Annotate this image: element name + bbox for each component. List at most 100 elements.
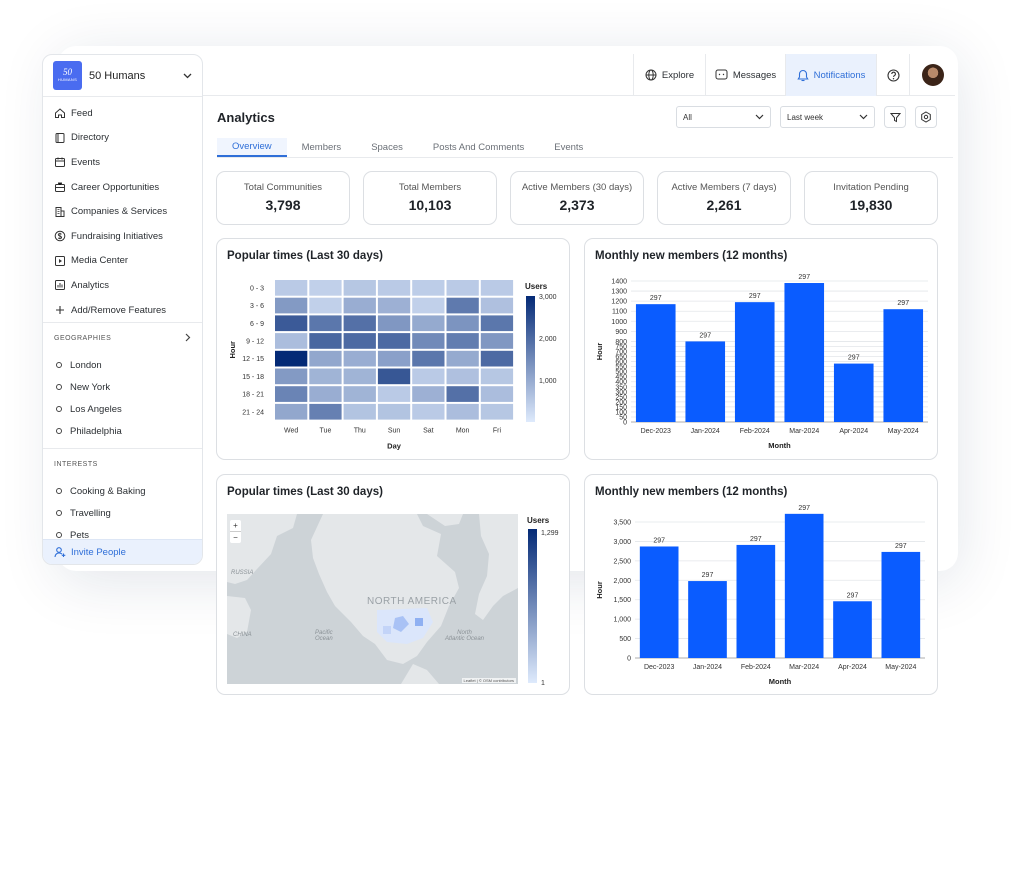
zoom-out-button[interactable]: − xyxy=(230,532,241,543)
geographies-header[interactable]: GEOGRAPHIES xyxy=(43,322,202,354)
help-button[interactable] xyxy=(876,54,909,96)
heatmap-cell xyxy=(480,368,514,385)
geography-item-label: Los Angeles xyxy=(70,403,122,415)
map-panel: Popular times (Last 30 days) + − NORTH A… xyxy=(216,474,570,695)
bar-y-tick: 1,500 xyxy=(613,597,631,604)
interest-item-travelling[interactable]: Travelling xyxy=(43,502,202,524)
bar-x-tick: Jan-2024 xyxy=(693,664,722,671)
map-colorbar xyxy=(528,529,537,683)
bar-x-tick: Jan-2024 xyxy=(691,428,720,435)
circle-icon xyxy=(56,406,62,413)
map-attribution[interactable]: Leaflet | © OSM contributors xyxy=(461,678,516,683)
sidebar-item-analytics[interactable]: Analytics xyxy=(43,273,202,298)
heatmap-cell xyxy=(275,315,308,332)
sidebar-item-label: Media Center xyxy=(71,255,129,267)
community-switcher[interactable]: 50 HUMANS 50 Humans xyxy=(43,55,202,97)
sidebar-item-media-center[interactable]: Media Center xyxy=(43,249,202,274)
bar xyxy=(639,546,679,658)
globe-icon xyxy=(645,69,657,81)
notifications-button[interactable]: Notifications xyxy=(785,54,876,96)
tab-events[interactable]: Events xyxy=(539,138,598,157)
tab-overview[interactable]: Overview xyxy=(217,138,287,157)
map-colorbar-tick-max: 1,299 xyxy=(541,530,559,537)
bar-x-tick: Feb-2024 xyxy=(741,664,771,671)
interest-item-label: Cooking & Baking xyxy=(70,485,146,497)
tab-members[interactable]: Members xyxy=(287,138,357,157)
geography-item-philadelphia[interactable]: Philadelphia xyxy=(43,420,202,442)
geography-item-los-angeles[interactable]: Los Angeles xyxy=(43,398,202,420)
sidebar-item-companies-services[interactable]: Companies & Services xyxy=(43,199,202,224)
circle-icon xyxy=(56,510,62,517)
sidebar-item-feed[interactable]: Feed xyxy=(43,101,202,126)
scope-select[interactable]: All xyxy=(676,106,771,128)
world-map[interactable]: + − NORTH AMERICA Pacific Ocean North At… xyxy=(227,514,518,684)
heatmap-colorbar-tick: 2,000 xyxy=(539,336,557,343)
geography-item-new-york[interactable]: New York xyxy=(43,376,202,398)
heatmap-cell xyxy=(343,386,376,402)
sidebar-item-add-remove-features[interactable]: Add/Remove Features xyxy=(43,298,202,323)
tab-posts-and-comments[interactable]: Posts And Comments xyxy=(418,138,539,157)
heatmap-x-tick: Fri xyxy=(493,428,502,435)
bar xyxy=(635,304,676,422)
interest-item-cooking-baking[interactable]: Cooking & Baking xyxy=(43,480,202,502)
heatmap-y-tick: 15 - 18 xyxy=(242,374,264,381)
heatmap-cell xyxy=(412,297,445,314)
user-plus-icon xyxy=(54,546,66,558)
circle-icon xyxy=(56,488,62,495)
heatmap-y-tick: 12 - 15 xyxy=(242,356,264,363)
bar-data-label: 297 xyxy=(702,572,714,579)
heatmap-y-tick: 0 - 3 xyxy=(250,285,264,292)
heatmap-colorbar-tick: 3,000 xyxy=(539,294,557,301)
heatmap-cell xyxy=(275,333,308,349)
heatmap-cell xyxy=(480,386,514,402)
dollar-icon xyxy=(54,230,66,242)
heatmap-x-tick: Thu xyxy=(354,428,366,435)
heatmap-cell xyxy=(377,350,411,367)
sidebar: 50 HUMANS 50 Humans Feed Directory Events C… xyxy=(42,54,203,565)
heatmap-cell xyxy=(446,368,479,385)
heatmap-cell xyxy=(309,333,342,349)
bar-x-tick: Mar-2024 xyxy=(789,428,819,435)
profile-button[interactable] xyxy=(909,54,955,96)
tab-spaces[interactable]: Spaces xyxy=(356,138,418,157)
logo-number: 50 xyxy=(63,67,72,77)
map-colorbar-label: Users xyxy=(527,516,550,525)
bar-data-label: 297 xyxy=(653,537,665,544)
period-select[interactable]: Last week xyxy=(780,106,875,128)
sidebar-item-directory[interactable]: Directory xyxy=(43,126,202,151)
community-name: 50 Humans xyxy=(89,69,146,82)
filter-button[interactable] xyxy=(884,106,906,128)
heatmap-cell xyxy=(377,297,411,314)
bar-x-label: Month xyxy=(768,441,791,450)
sidebar-item-label: Directory xyxy=(71,132,110,144)
bar-chart-2-panel: Monthly new members (12 months) 0 500 1,00… xyxy=(584,474,938,695)
heatmap-cell xyxy=(480,315,514,332)
bar-data-label: 297 xyxy=(895,543,907,550)
sidebar-item-career-opportunities[interactable]: Career Opportunities xyxy=(43,175,202,200)
heatmap-y-tick: 6 - 9 xyxy=(250,321,264,328)
heatmap-cell xyxy=(343,315,376,332)
heatmap-y-tick: 9 - 12 xyxy=(246,338,264,345)
bar-data-label: 297 xyxy=(798,505,810,512)
heatmap-cell xyxy=(412,368,445,385)
heatmap-cell xyxy=(309,315,342,332)
bar xyxy=(685,341,726,422)
heatmap-chart: 0 - 3 3 - 6 6 - 9 9 - 12 12 - 15 15 - 18 18 - … xyxy=(228,280,557,451)
invite-people-button[interactable]: Invite People xyxy=(43,539,202,564)
messages-button[interactable]: Messages xyxy=(705,54,785,96)
help-icon xyxy=(886,68,900,82)
bar xyxy=(881,551,921,658)
sidebar-item-events[interactable]: Events xyxy=(43,150,202,175)
bar-data-label: 297 xyxy=(749,293,761,300)
sidebar-item-fundraising-initiatives[interactable]: Fundraising Initiatives xyxy=(43,224,202,249)
explore-button[interactable]: Explore xyxy=(633,54,705,96)
heatmap-y-label: Hour xyxy=(228,341,237,359)
chevron-down-icon xyxy=(183,71,192,81)
settings-button[interactable] xyxy=(915,106,937,128)
zoom-in-button[interactable]: + xyxy=(230,520,241,532)
geography-item-london[interactable]: London xyxy=(43,354,202,376)
heatmap-cell xyxy=(446,333,479,349)
sidebar-item-label: Events xyxy=(71,156,101,168)
heatmap-colorbar-tick: 1,000 xyxy=(539,378,557,385)
bar-y-tick: 2,500 xyxy=(613,558,631,565)
